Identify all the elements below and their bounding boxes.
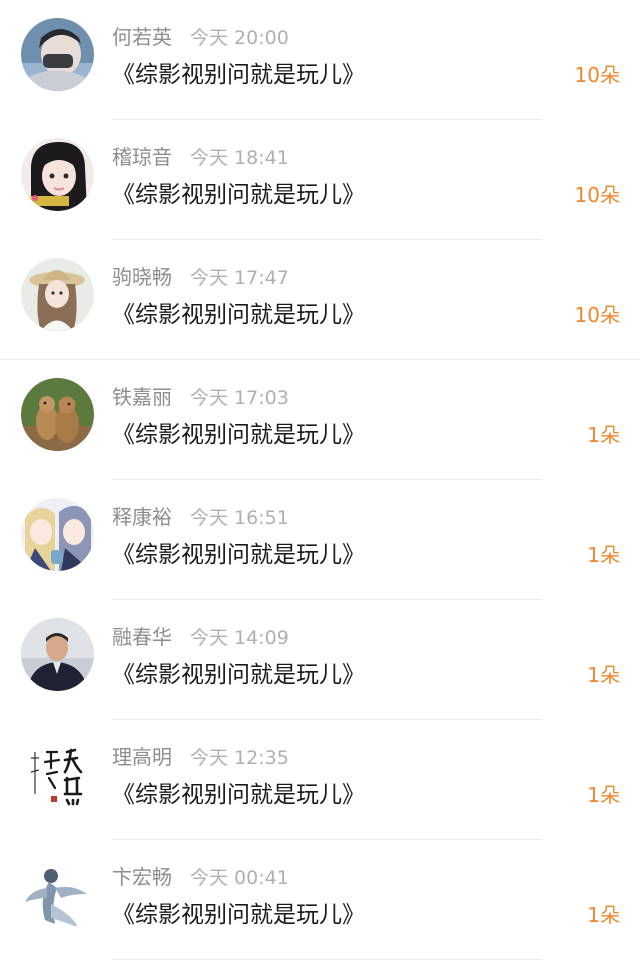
avatar[interactable]	[21, 618, 94, 691]
name-time-line: 理高明 今天 12:35	[112, 742, 289, 772]
list-item[interactable]: 稽琼音 今天 18:41 《综影视别问就是玩儿》 10朵	[0, 120, 640, 240]
gift-record-list: 何若英 今天 20:00 《综影视别问就是玩儿》 10朵 稽琼音 今天 18:41 …	[0, 0, 640, 960]
avatar[interactable]	[21, 258, 94, 331]
book-title[interactable]: 《综影视别问就是玩儿》	[112, 538, 365, 572]
book-title[interactable]: 《综影视别问就是玩儿》	[112, 298, 365, 332]
book-title[interactable]: 《综影视别问就是玩儿》	[112, 658, 365, 692]
name-time-line: 驹晓畅 今天 17:47	[112, 262, 289, 292]
calligraphy-avatar-image	[21, 738, 94, 811]
avatar[interactable]	[21, 138, 94, 211]
gift-amount: 1朵	[587, 783, 620, 807]
book-title[interactable]: 《综影视别问就是玩儿》	[112, 778, 365, 812]
timestamp: 今天 20:00	[190, 27, 289, 49]
man-in-jacket-avatar-image	[21, 618, 94, 691]
timestamp: 今天 17:47	[190, 267, 289, 289]
user-name[interactable]: 卞宏畅	[112, 865, 172, 889]
gift-amount: 1朵	[587, 903, 620, 927]
book-title[interactable]: 《综影视别问就是玩儿》	[112, 418, 365, 452]
avatar[interactable]	[21, 378, 94, 451]
gift-amount: 1朵	[587, 663, 620, 687]
list-item[interactable]: 驹晓畅 今天 17:47 《综影视别问就是玩儿》 10朵	[0, 240, 640, 360]
user-name[interactable]: 理高明	[112, 745, 172, 769]
avatar[interactable]	[21, 738, 94, 811]
gift-amount: 10朵	[574, 63, 620, 87]
name-time-line: 稽琼音 今天 18:41	[112, 142, 289, 172]
book-title[interactable]: 《综影视别问就是玩儿》	[112, 898, 365, 932]
ink-figure-avatar-image	[21, 858, 94, 931]
list-item[interactable]: 何若英 今天 20:00 《综影视别问就是玩儿》 10朵	[0, 0, 640, 120]
gift-amount: 10朵	[574, 303, 620, 327]
list-item[interactable]: 理高明 今天 12:35 《综影视别问就是玩儿》 1朵	[0, 720, 640, 840]
list-item[interactable]: 卞宏畅 今天 00:41 《综影视别问就是玩儿》 1朵	[0, 840, 640, 960]
user-name[interactable]: 稽琼音	[112, 145, 172, 169]
timestamp: 今天 00:41	[190, 867, 289, 889]
list-item[interactable]: 融春华 今天 14:09 《综影视别问就是玩儿》 1朵	[0, 600, 640, 720]
list-item[interactable]: 铁嘉丽 今天 17:03 《综影视别问就是玩儿》 1朵	[0, 360, 640, 480]
name-time-line: 何若英 今天 20:00	[112, 22, 289, 52]
timestamp: 今天 17:03	[190, 387, 289, 409]
girl-with-straw-hat-avatar-image	[21, 258, 94, 331]
user-name[interactable]: 释康裕	[112, 505, 172, 529]
timestamp: 今天 12:35	[190, 747, 289, 769]
timestamp: 今天 14:09	[190, 627, 289, 649]
name-time-line: 融春华 今天 14:09	[112, 622, 289, 652]
list-item[interactable]: 释康裕 今天 16:51 《综影视别问就是玩儿》 1朵	[0, 480, 640, 600]
user-name[interactable]: 融春华	[112, 625, 172, 649]
timestamp: 今天 16:51	[190, 507, 289, 529]
gift-amount: 1朵	[587, 543, 620, 567]
book-title[interactable]: 《综影视别问就是玩儿》	[112, 58, 365, 92]
girl-with-bangs-avatar-image	[21, 138, 94, 211]
user-name[interactable]: 驹晓畅	[112, 265, 172, 289]
avatar[interactable]	[21, 18, 94, 91]
avatar[interactable]	[21, 498, 94, 571]
gift-amount: 1朵	[587, 423, 620, 447]
name-time-line: 释康裕 今天 16:51	[112, 502, 289, 532]
name-time-line: 卞宏畅 今天 00:41	[112, 862, 289, 892]
avatar[interactable]	[21, 858, 94, 931]
person-with-mask-avatar-image	[21, 18, 94, 91]
gift-amount: 10朵	[574, 183, 620, 207]
prairie-dogs-avatar-image	[21, 378, 94, 451]
user-name[interactable]: 何若英	[112, 25, 172, 49]
name-time-line: 铁嘉丽 今天 17:03	[112, 382, 289, 412]
user-name[interactable]: 铁嘉丽	[112, 385, 172, 409]
anime-characters-avatar-image	[21, 498, 94, 571]
timestamp: 今天 18:41	[190, 147, 289, 169]
book-title[interactable]: 《综影视别问就是玩儿》	[112, 178, 365, 212]
